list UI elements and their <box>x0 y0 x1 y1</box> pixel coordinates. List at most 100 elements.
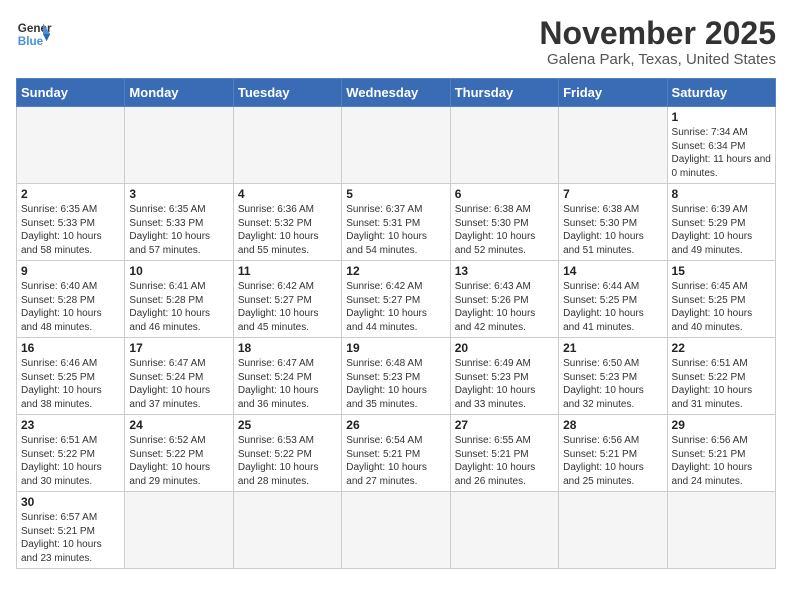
day-number: 4 <box>238 187 337 201</box>
day-number: 6 <box>455 187 554 201</box>
day-number: 11 <box>238 264 337 278</box>
day-info: Sunrise: 6:46 AM Sunset: 5:25 PM Dayligh… <box>21 357 120 411</box>
weekday-header-wednesday: Wednesday <box>342 79 450 107</box>
day-info: Sunrise: 6:39 AM Sunset: 5:29 PM Dayligh… <box>672 203 771 257</box>
day-info: Sunrise: 6:51 AM Sunset: 5:22 PM Dayligh… <box>21 434 120 488</box>
day-info: Sunrise: 6:37 AM Sunset: 5:31 PM Dayligh… <box>346 203 445 257</box>
day-cell <box>125 107 233 184</box>
day-cell: 5 Sunrise: 6:37 AM Sunset: 5:31 PM Daylig… <box>342 184 450 261</box>
day-number: 29 <box>672 418 771 432</box>
day-cell: 25 Sunrise: 6:53 AM Sunset: 5:22 PM Dayli… <box>233 415 341 492</box>
day-info: Sunrise: 6:54 AM Sunset: 5:21 PM Dayligh… <box>346 434 445 488</box>
day-cell: 8 Sunrise: 6:39 AM Sunset: 5:29 PM Daylig… <box>667 184 775 261</box>
day-number: 28 <box>563 418 662 432</box>
day-info: Sunrise: 6:45 AM Sunset: 5:25 PM Dayligh… <box>672 280 771 334</box>
day-cell: 1 Sunrise: 7:34 AM Sunset: 6:34 PM Daylig… <box>667 107 775 184</box>
day-cell: 21Sunrise: 6:50 AM Sunset: 5:23 PM Dayli… <box>559 338 667 415</box>
day-info: Sunrise: 6:57 AM Sunset: 5:21 PM Dayligh… <box>21 511 120 565</box>
day-number: 24 <box>129 418 228 432</box>
day-info: Sunrise: 6:56 AM Sunset: 5:21 PM Dayligh… <box>672 434 771 488</box>
day-cell: 10 Sunrise: 6:41 AM Sunset: 5:28 PM Dayli… <box>125 261 233 338</box>
day-info: Sunrise: 6:35 AM Sunset: 5:33 PM Dayligh… <box>21 203 120 257</box>
weekday-header-friday: Friday <box>559 79 667 107</box>
month-title: November 2025 <box>539 16 776 51</box>
day-info: Sunrise: 6:51 AM Sunset: 5:22 PM Dayligh… <box>672 357 771 411</box>
week-row-6: 30Sunrise: 6:57 AM Sunset: 5:21 PM Dayli… <box>17 492 776 569</box>
day-number: 2 <box>21 187 120 201</box>
day-number: 7 <box>563 187 662 201</box>
day-cell <box>125 492 233 569</box>
day-number: 17 <box>129 341 228 355</box>
location-subtitle: Galena Park, Texas, United States <box>539 51 776 68</box>
day-cell <box>450 492 558 569</box>
day-info: Sunrise: 6:42 AM Sunset: 5:27 PM Dayligh… <box>238 280 337 334</box>
day-cell: 7 Sunrise: 6:38 AM Sunset: 5:30 PM Daylig… <box>559 184 667 261</box>
day-cell <box>342 107 450 184</box>
day-cell: 19 Sunrise: 6:48 AM Sunset: 5:23 PM Dayli… <box>342 338 450 415</box>
day-cell: 24 Sunrise: 6:52 AM Sunset: 5:22 PM Dayli… <box>125 415 233 492</box>
day-cell <box>559 107 667 184</box>
day-cell <box>233 492 341 569</box>
day-number: 18 <box>238 341 337 355</box>
day-number: 9 <box>21 264 120 278</box>
day-number: 5 <box>346 187 445 201</box>
day-info: Sunrise: 6:48 AM Sunset: 5:23 PM Dayligh… <box>346 357 445 411</box>
day-info: Sunrise: 6:41 AM Sunset: 5:28 PM Dayligh… <box>129 280 228 334</box>
header: General Blue November 2025 Galena Park, … <box>16 16 776 68</box>
week-row-5: 23 Sunrise: 6:51 AM Sunset: 5:22 PM Dayli… <box>17 415 776 492</box>
svg-text:Blue: Blue <box>18 35 44 48</box>
day-number: 8 <box>672 187 771 201</box>
day-cell: 6Sunrise: 6:38 AM Sunset: 5:30 PM Daylig… <box>450 184 558 261</box>
day-cell: 17 Sunrise: 6:47 AM Sunset: 5:24 PM Dayli… <box>125 338 233 415</box>
title-area: November 2025 Galena Park, Texas, United… <box>539 16 776 68</box>
week-row-1: 1 Sunrise: 7:34 AM Sunset: 6:34 PM Daylig… <box>17 107 776 184</box>
day-info: Sunrise: 6:47 AM Sunset: 5:24 PM Dayligh… <box>129 357 228 411</box>
day-number: 16 <box>21 341 120 355</box>
day-info: Sunrise: 7:34 AM Sunset: 6:34 PM Dayligh… <box>672 126 771 180</box>
day-info: Sunrise: 6:47 AM Sunset: 5:24 PM Dayligh… <box>238 357 337 411</box>
day-cell: 2 Sunrise: 6:35 AM Sunset: 5:33 PM Daylig… <box>17 184 125 261</box>
day-info: Sunrise: 6:35 AM Sunset: 5:33 PM Dayligh… <box>129 203 228 257</box>
day-cell: 18 Sunrise: 6:47 AM Sunset: 5:24 PM Dayli… <box>233 338 341 415</box>
day-number: 13 <box>455 264 554 278</box>
day-cell: 4 Sunrise: 6:36 AM Sunset: 5:32 PM Daylig… <box>233 184 341 261</box>
day-cell: 20Sunrise: 6:49 AM Sunset: 5:23 PM Dayli… <box>450 338 558 415</box>
week-row-4: 16 Sunrise: 6:46 AM Sunset: 5:25 PM Dayli… <box>17 338 776 415</box>
day-number: 23 <box>21 418 120 432</box>
day-number: 27 <box>455 418 554 432</box>
logo: General Blue <box>16 16 52 52</box>
day-number: 14 <box>563 264 662 278</box>
day-info: Sunrise: 6:49 AM Sunset: 5:23 PM Dayligh… <box>455 357 554 411</box>
weekday-header-row: SundayMondayTuesdayWednesdayThursdayFrid… <box>17 79 776 107</box>
day-cell: 30Sunrise: 6:57 AM Sunset: 5:21 PM Dayli… <box>17 492 125 569</box>
day-number: 3 <box>129 187 228 201</box>
day-cell <box>559 492 667 569</box>
day-info: Sunrise: 6:52 AM Sunset: 5:22 PM Dayligh… <box>129 434 228 488</box>
day-info: Sunrise: 6:42 AM Sunset: 5:27 PM Dayligh… <box>346 280 445 334</box>
day-cell: 29 Sunrise: 6:56 AM Sunset: 5:21 PM Dayli… <box>667 415 775 492</box>
day-number: 19 <box>346 341 445 355</box>
day-number: 22 <box>672 341 771 355</box>
day-cell: 23 Sunrise: 6:51 AM Sunset: 5:22 PM Dayli… <box>17 415 125 492</box>
day-info: Sunrise: 6:43 AM Sunset: 5:26 PM Dayligh… <box>455 280 554 334</box>
day-info: Sunrise: 6:53 AM Sunset: 5:22 PM Dayligh… <box>238 434 337 488</box>
day-number: 15 <box>672 264 771 278</box>
day-number: 21 <box>563 341 662 355</box>
day-cell: 12 Sunrise: 6:42 AM Sunset: 5:27 PM Dayli… <box>342 261 450 338</box>
day-cell: 3 Sunrise: 6:35 AM Sunset: 5:33 PM Daylig… <box>125 184 233 261</box>
week-row-2: 2 Sunrise: 6:35 AM Sunset: 5:33 PM Daylig… <box>17 184 776 261</box>
day-number: 12 <box>346 264 445 278</box>
day-cell: 22 Sunrise: 6:51 AM Sunset: 5:22 PM Dayli… <box>667 338 775 415</box>
weekday-header-tuesday: Tuesday <box>233 79 341 107</box>
day-cell: 26Sunrise: 6:54 AM Sunset: 5:21 PM Dayli… <box>342 415 450 492</box>
day-cell: 16 Sunrise: 6:46 AM Sunset: 5:25 PM Dayli… <box>17 338 125 415</box>
day-number: 25 <box>238 418 337 432</box>
day-cell <box>450 107 558 184</box>
day-number: 10 <box>129 264 228 278</box>
day-info: Sunrise: 6:36 AM Sunset: 5:32 PM Dayligh… <box>238 203 337 257</box>
weekday-header-monday: Monday <box>125 79 233 107</box>
day-number: 1 <box>672 110 771 124</box>
day-cell: 15 Sunrise: 6:45 AM Sunset: 5:25 PM Dayli… <box>667 261 775 338</box>
weekday-header-sunday: Sunday <box>17 79 125 107</box>
day-info: Sunrise: 6:38 AM Sunset: 5:30 PM Dayligh… <box>563 203 662 257</box>
